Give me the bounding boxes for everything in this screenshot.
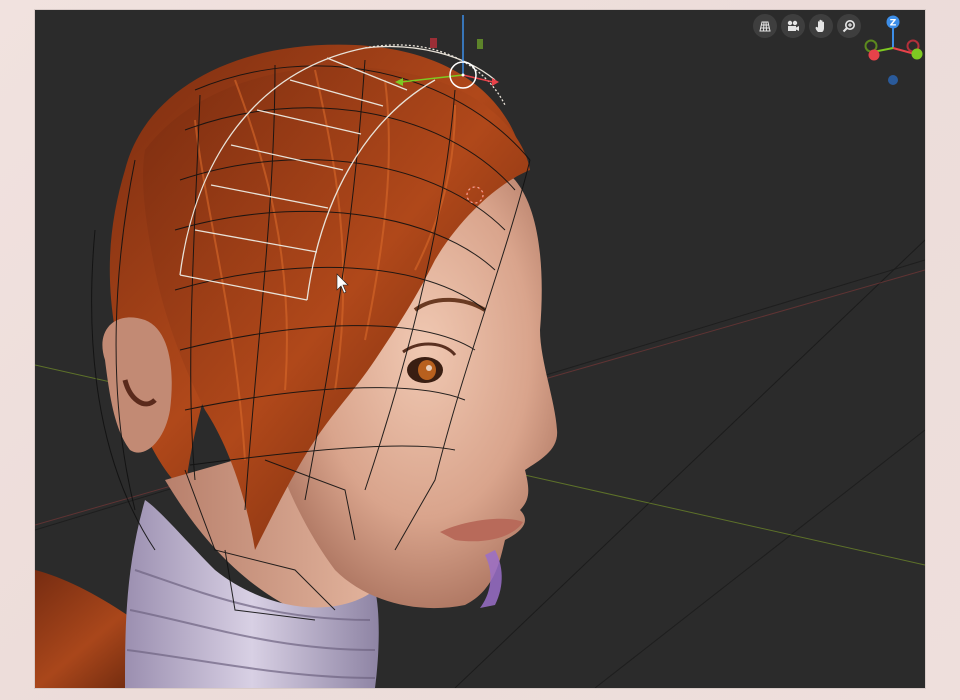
3d-viewport[interactable]: Z	[35, 10, 925, 688]
gizmo-x-arrow	[492, 78, 499, 86]
ear-mesh[interactable]	[102, 317, 172, 453]
gizmo-plane-xz	[430, 38, 437, 48]
movie-camera-icon	[787, 20, 799, 31]
gizmo-plane-yz	[477, 39, 483, 49]
viewport-scene[interactable]	[35, 10, 925, 688]
gizmo-x-handle[interactable]	[868, 49, 880, 61]
hand-icon	[815, 19, 824, 32]
viewport-navigation-tools	[753, 14, 861, 38]
gizmo-z-label: Z	[890, 19, 897, 29]
zoom-view-button[interactable]	[837, 14, 861, 38]
screen-background: Z	[0, 0, 960, 700]
orientation-gizmo[interactable]: Z	[861, 12, 925, 92]
gizmo-neg-z-handle[interactable]	[888, 75, 898, 85]
camera-view-button[interactable]	[781, 14, 805, 38]
grid-perspective-icon	[759, 21, 771, 32]
magnifier-zoom-icon	[842, 20, 855, 33]
eye-highlight	[426, 365, 432, 371]
pan-view-button[interactable]	[809, 14, 833, 38]
gizmo-y-handle[interactable]	[911, 48, 923, 60]
toggle-camera-view-button[interactable]	[753, 14, 777, 38]
